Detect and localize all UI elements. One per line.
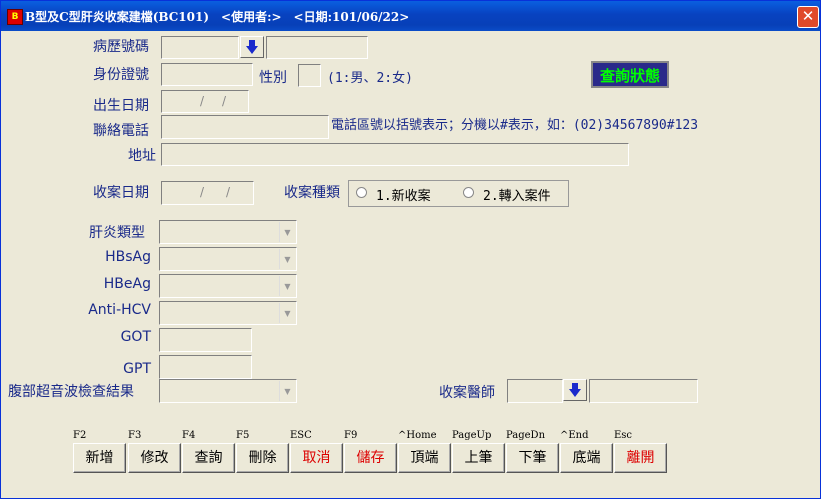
patient-name-display <box>266 36 368 59</box>
toolbar-button-10[interactable]: 離開 <box>614 443 667 473</box>
date-separator: / <box>200 185 205 199</box>
toolbar-button-3[interactable]: 刪除 <box>236 443 289 473</box>
shortcut-key-label: ESC <box>290 430 312 441</box>
phone-input[interactable] <box>161 115 329 139</box>
doctor-lookup-button[interactable] <box>563 379 587 401</box>
case-date-input[interactable]: / / <box>161 181 254 205</box>
toolbar-button-2[interactable]: 查詢 <box>182 443 235 473</box>
toolbar-button-5[interactable]: 儲存 <box>344 443 397 473</box>
shortcut-key-label: PageDn <box>506 430 546 441</box>
ultrasound-select[interactable]: ▼ <box>159 379 297 403</box>
birth-date-input[interactable]: / / <box>161 90 249 113</box>
birth-date-label: 出生日期 <box>93 98 149 114</box>
hbeag-label: HBeAg <box>103 276 151 292</box>
close-button[interactable]: ✕ <box>797 6 819 28</box>
app-icon: B <box>7 9 23 25</box>
chart-no-input[interactable] <box>161 36 239 59</box>
doctor-name-display <box>589 379 698 403</box>
window-title: B型及C型肝炎收案建檔(BC101) <使用者:> <日期:101/06/22> <box>25 10 410 24</box>
arrow-down-icon <box>246 40 258 54</box>
anti-hcv-label: Anti-HCV <box>88 302 151 318</box>
case-type-radio-group: 1.新收案 2.轉入案件 <box>348 180 569 207</box>
dropdown-arrow-icon: ▼ <box>279 222 295 242</box>
phone-hint: 電話區號以括號表示；分機以#表示，如：(02)34567890#123 <box>331 118 699 133</box>
hepatitis-type-label: 肝炎類型 <box>89 225 145 241</box>
hepatitis-type-select[interactable]: ▼ <box>159 220 297 244</box>
id-number-input[interactable] <box>161 63 253 86</box>
gpt-input[interactable] <box>159 355 252 379</box>
main-window: B B型及C型肝炎收案建檔(BC101) <使用者:> <日期:101/06/2… <box>0 0 821 499</box>
gender-label: 性別 <box>259 70 287 86</box>
title-bar[interactable]: B B型及C型肝炎收案建檔(BC101) <使用者:> <日期:101/06/2… <box>1 1 820 31</box>
shortcut-key-label: Esc <box>614 430 633 441</box>
toolbar-button-4[interactable]: 取消 <box>290 443 343 473</box>
case-type-transfer-radio[interactable] <box>463 187 474 198</box>
date-separator: / <box>226 185 231 199</box>
got-label: GOT <box>120 329 151 345</box>
gender-hint: (1:男、2:女) <box>327 71 413 86</box>
hbsag-label: HBsAg <box>105 249 151 265</box>
toolbar-button-6[interactable]: 頂端 <box>398 443 451 473</box>
hbsag-select[interactable]: ▼ <box>159 247 297 271</box>
toolbar-button-7[interactable]: 上筆 <box>452 443 505 473</box>
date-separator: / <box>200 94 205 108</box>
dropdown-arrow-icon: ▼ <box>279 381 295 401</box>
shortcut-key-label: F4 <box>182 430 196 441</box>
doctor-label: 收案醫師 <box>439 385 495 401</box>
arrow-down-icon <box>569 383 581 397</box>
shortcut-key-label: F3 <box>128 430 142 441</box>
case-type-new-label: 1.新收案 <box>376 189 431 204</box>
shortcut-key-label: PageUp <box>452 430 492 441</box>
gpt-label: GPT <box>123 361 151 377</box>
case-date-label: 收案日期 <box>93 185 149 201</box>
shortcut-key-label: F5 <box>236 430 250 441</box>
id-label: 身份證號 <box>93 67 149 83</box>
anti-hcv-select[interactable]: ▼ <box>159 301 297 325</box>
query-status-button[interactable]: 查詢狀態 <box>591 61 669 88</box>
toolbar-button-1[interactable]: 修改 <box>128 443 181 473</box>
case-type-new-radio[interactable] <box>356 187 367 198</box>
toolbar-button-8[interactable]: 下筆 <box>506 443 559 473</box>
toolbar-button-0[interactable]: 新增 <box>73 443 126 473</box>
shortcut-key-label: F9 <box>344 430 358 441</box>
shortcut-key-label: ^Home <box>398 430 437 441</box>
doctor-code-input[interactable] <box>507 379 563 403</box>
got-input[interactable] <box>159 328 252 352</box>
ultrasound-label: 腹部超音波檢查結果 <box>8 384 134 400</box>
chart-no-lookup-button[interactable] <box>240 36 264 58</box>
dropdown-arrow-icon: ▼ <box>279 276 295 296</box>
shortcut-key-label: F2 <box>73 430 87 441</box>
dropdown-arrow-icon: ▼ <box>279 249 295 269</box>
address-input[interactable] <box>161 143 629 166</box>
dropdown-arrow-icon: ▼ <box>279 303 295 323</box>
chart-no-label: 病歷號碼 <box>93 39 149 55</box>
hbeag-select[interactable]: ▼ <box>159 274 297 298</box>
case-type-transfer-label: 2.轉入案件 <box>483 189 551 204</box>
case-type-label: 收案種類 <box>284 185 340 201</box>
gender-input[interactable] <box>298 64 321 87</box>
shortcut-key-label: ^End <box>560 430 589 441</box>
address-label: 地址 <box>128 148 156 164</box>
toolbar-button-9[interactable]: 底端 <box>560 443 613 473</box>
date-separator: / <box>222 94 227 108</box>
phone-label: 聯絡電話 <box>93 123 149 139</box>
